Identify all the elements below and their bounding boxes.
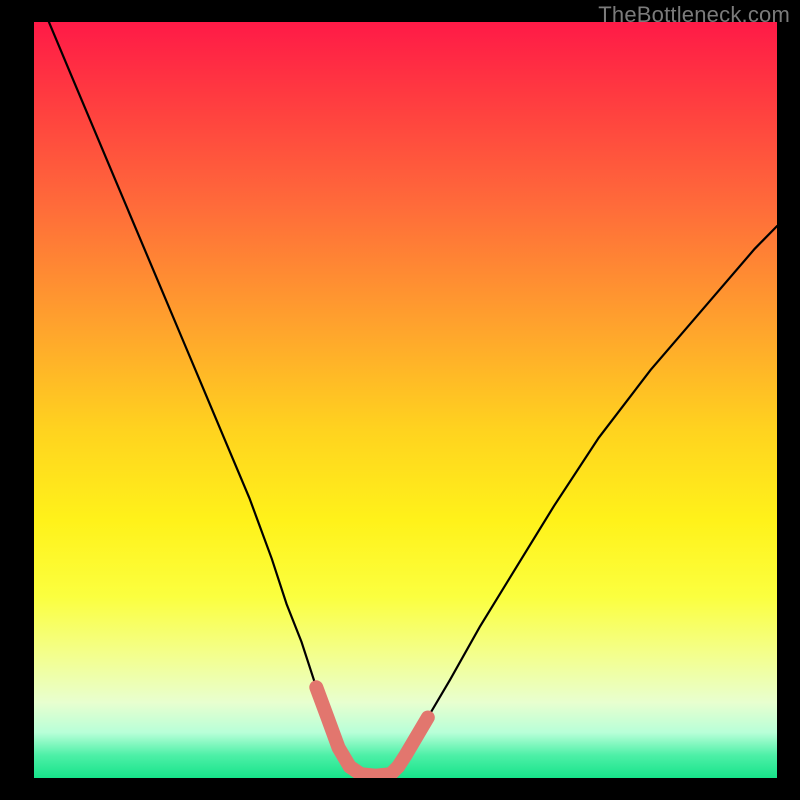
- highlight-segment: [398, 718, 428, 767]
- highlight-segment: [350, 767, 398, 776]
- chart-frame: TheBottleneck.com: [0, 0, 800, 800]
- highlight-segment: [316, 687, 350, 766]
- bottleneck-curve: [49, 22, 777, 776]
- highlight-markers: [316, 687, 428, 775]
- plot-area: [34, 22, 777, 778]
- curve-svg: [34, 22, 777, 778]
